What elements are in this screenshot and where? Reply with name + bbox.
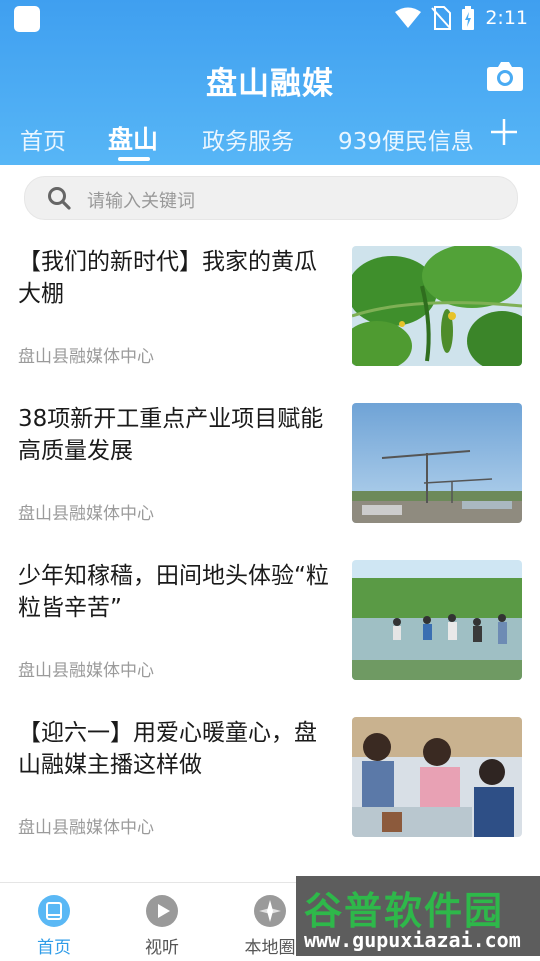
active-tab-indicator <box>118 157 150 161</box>
watermark-title: 谷普软件园 <box>304 889 505 933</box>
article-title[interactable]: 【我们的新时代】我家的黄瓜大棚 <box>18 246 336 310</box>
battery-icon <box>462 6 475 30</box>
article-thumbnail[interactable] <box>352 560 522 680</box>
tab-home[interactable]: 首页 <box>20 122 66 156</box>
article-source: 盘山县融媒体中心 <box>18 661 154 681</box>
article-title[interactable]: 38项新开工重点产业项目赋能高质量发展 <box>18 403 336 467</box>
article-thumbnail[interactable] <box>352 717 522 837</box>
app-title: 盘山融媒 <box>206 66 334 102</box>
article-thumbnail[interactable] <box>352 403 522 523</box>
category-tabs: 首页 盘山 政务服务 939便民信息 <box>0 112 540 165</box>
camera-icon[interactable] <box>486 60 524 92</box>
no-sim-icon <box>431 6 452 30</box>
list-item[interactable]: 少年知稼穑，田间地头体验“粒粒皆辛苦” 盘山县融媒体中心 <box>0 544 540 701</box>
status-icons: 2:11 <box>395 6 528 30</box>
tab-government-services[interactable]: 政务服务 <box>202 122 294 156</box>
tab-panshan[interactable]: 盘山 <box>108 120 158 156</box>
tab-939-info[interactable]: 939便民信息 <box>338 122 474 156</box>
article-source: 盘山县融媒体中心 <box>18 818 154 838</box>
list-item[interactable]: 38项新开工重点产业项目赋能高质量发展 盘山县融媒体中心 <box>0 387 540 544</box>
search-bar[interactable]: 请输入关键词 <box>24 176 518 220</box>
play-icon <box>146 895 178 927</box>
site-watermark: 谷普软件园 www.gupuxiazai.com <box>296 876 540 956</box>
article-title[interactable]: 少年知稼穑，田间地头体验“粒粒皆辛苦” <box>18 560 336 624</box>
home-icon <box>38 895 70 927</box>
nav-video[interactable]: 视听 <box>108 883 216 961</box>
notification-icon <box>14 6 40 32</box>
watermark-url: www.gupuxiazai.com <box>304 928 521 952</box>
article-source: 盘山县融媒体中心 <box>18 347 154 367</box>
app-bar: 盘山融媒 <box>0 44 540 112</box>
nav-video-label: 视听 <box>145 938 179 958</box>
nav-home[interactable]: 首页 <box>0 883 108 961</box>
status-time: 2:11 <box>485 7 528 29</box>
list-item[interactable]: 【我们的新时代】我家的黄瓜大棚 盘山县融媒体中心 <box>0 230 540 387</box>
app-header: 2:11 盘山融媒 首页 盘山 政务服务 939便民信息 <box>0 0 540 165</box>
nav-home-label: 首页 <box>37 938 71 958</box>
article-source: 盘山县融媒体中心 <box>18 504 154 524</box>
compass-icon <box>254 895 286 927</box>
article-title[interactable]: 【迎六一】用爱心暖童心，盘山融媒主播这样做 <box>18 717 336 781</box>
search-icon <box>48 187 71 210</box>
add-channel-icon[interactable] <box>490 118 518 146</box>
article-thumbnail[interactable] <box>352 246 522 366</box>
wifi-icon <box>395 7 422 28</box>
search-input[interactable]: 请输入关键词 <box>87 187 195 213</box>
status-bar: 2:11 <box>0 0 540 36</box>
list-item[interactable]: 【迎六一】用爱心暖童心，盘山融媒主播这样做 盘山县融媒体中心 <box>0 701 540 858</box>
